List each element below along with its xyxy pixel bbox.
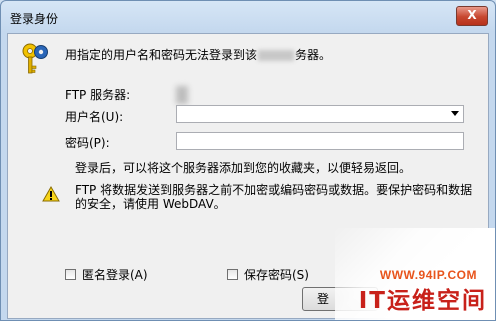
ftp-server-label: FTP 服务器: — [65, 88, 131, 102]
username-label: 用户名(U): — [65, 110, 124, 124]
anonymous-login-checkbox[interactable] — [65, 269, 76, 280]
redacted-server-name — [258, 50, 295, 61]
error-message-suffix: 务器。 — [295, 48, 332, 62]
save-password-label: 保存密码(S) — [244, 268, 309, 282]
login-dialog: 登录身份 X 用指定的用户名和密码无法登录到该 务器。 FTP 服务器: 用户名(… — [0, 0, 496, 321]
error-message: 用指定的用户名和密码无法登录到该 务器。 — [65, 46, 331, 63]
warning-icon — [42, 185, 60, 205]
save-password-checkbox[interactable] — [227, 269, 238, 280]
watermark-brand: IT运维空间 — [358, 288, 487, 314]
dialog-title: 登录身份 — [10, 12, 59, 26]
key-icon — [21, 42, 51, 79]
password-label: 密码(P): — [65, 136, 110, 150]
watermark-url: WWW.94IP.COM — [379, 268, 477, 282]
anonymous-login-label: 匿名登录(A) — [82, 268, 148, 282]
warning-text: FTP 将数据发送到服务器之前不加密或编码密码或数据。要保护密码和数据的安全，请… — [75, 183, 473, 211]
error-message-prefix: 用指定的用户名和密码无法登录到该 — [65, 48, 258, 62]
anonymous-login-option[interactable]: 匿名登录(A) — [65, 266, 148, 283]
save-password-option[interactable]: 保存密码(S) — [227, 266, 309, 283]
close-button[interactable]: X — [456, 6, 488, 26]
info-text: 登录后，可以将这个服务器添加到您的收藏夹，以便轻易返回。 — [75, 161, 412, 175]
title-bar: 登录身份 X — [1, 1, 495, 33]
redacted-ftp-server — [176, 86, 188, 104]
username-select[interactable] — [176, 105, 464, 123]
password-field[interactable] — [176, 132, 464, 150]
chevron-down-icon[interactable] — [451, 111, 459, 116]
